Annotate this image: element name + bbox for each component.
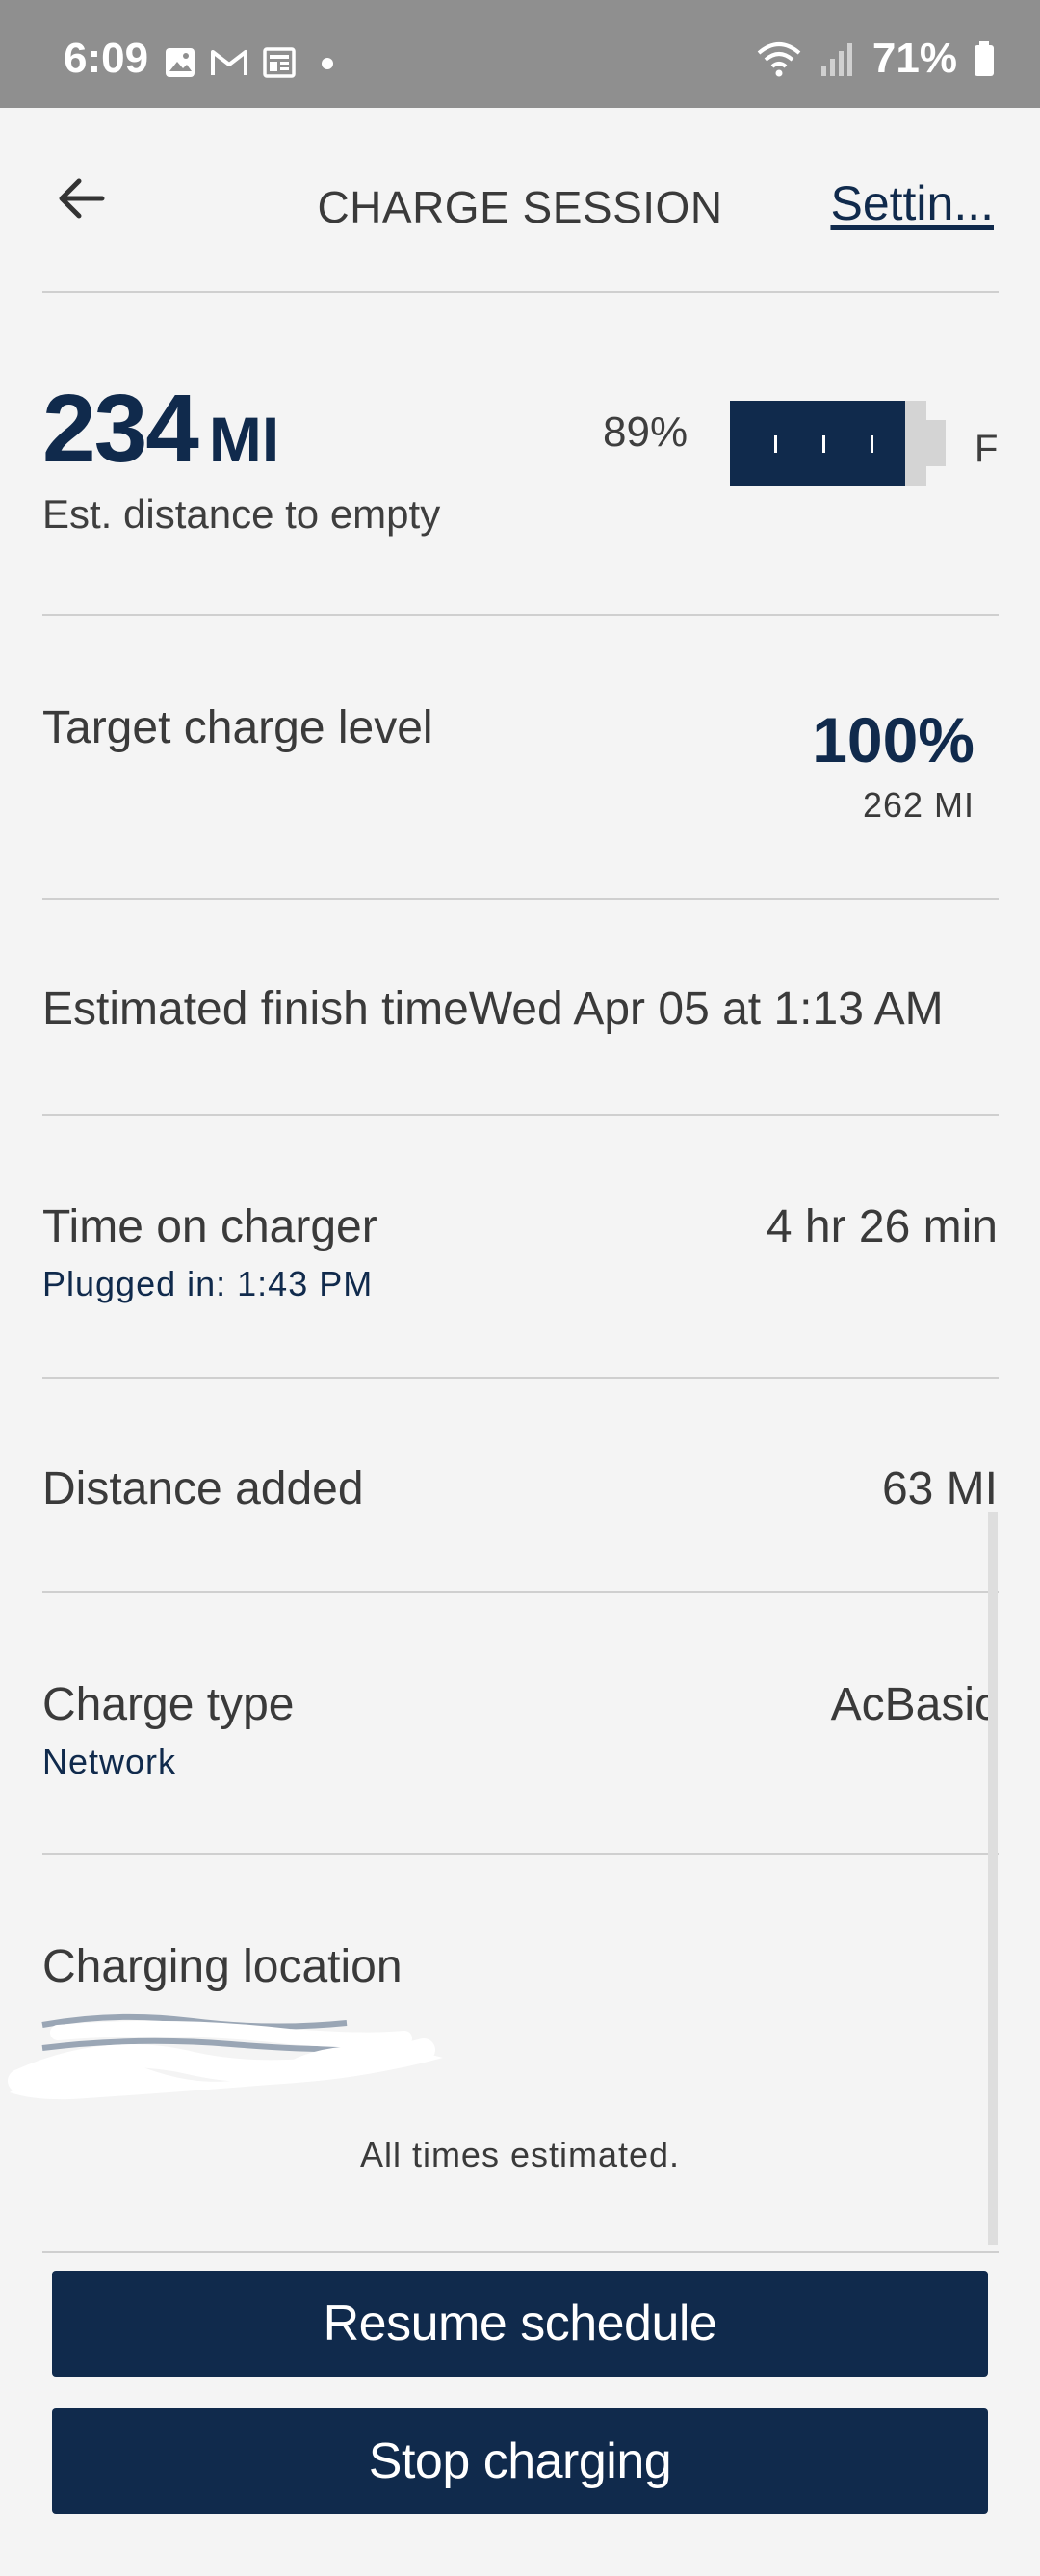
scrollbar[interactable] [988,1512,998,2245]
distance-added-label: Distance added [42,1463,364,1514]
battery-full-label: F [975,428,999,470]
divider [42,1591,999,1593]
charge-type-network: Network [42,1742,177,1781]
status-battery-percent: 71% [871,35,957,82]
plugged-in-time: Plugged in: 1:43 PM [42,1264,374,1303]
battery-gauge-tick [871,435,873,453]
charge-type-label: Charge type [42,1679,295,1730]
charging-location-label: Charging location [42,1941,403,1992]
app-header: CHARGE SESSION Settin... [0,108,1040,291]
time-on-charger-label: Time on charger [42,1201,377,1252]
status-time: 6:09 [64,35,149,82]
stop-charging-button[interactable]: Stop charging [52,2408,988,2514]
target-charge-label: Target charge level [42,702,433,753]
news-icon [263,47,296,78]
gmail-icon [211,50,247,75]
signal-icon [820,43,852,76]
range-number: 234 [42,375,199,483]
estimated-finish-value: Wed Apr 05 at 1:13 AM [468,984,944,1035]
dot-icon [322,58,333,69]
estimated-finish-label: Estimated finish time [42,984,469,1035]
divider [42,898,999,900]
range-unit: MI [208,404,280,475]
divider [42,614,999,616]
settings-link[interactable]: Settin... [830,175,994,231]
target-charge-percent[interactable]: 100% [812,703,975,776]
battery-gauge-tick [822,435,825,453]
battery-gauge [730,401,926,486]
battery-gauge-tick [774,435,777,453]
redacted-address-scribble [8,2013,443,2100]
range-label: Est. distance to empty [42,491,441,537]
battery-gauge-tip [926,420,946,466]
battery-gauge-fill [730,401,905,486]
range-value: 234 MI [42,374,279,485]
wifi-icon [757,42,801,77]
battery-percent: 89% [603,408,689,456]
target-charge-miles: 262 MI [862,785,975,825]
divider [42,1377,999,1379]
divider [42,2251,999,2253]
gallery-icon [166,48,195,77]
time-on-charger-value: 4 hr 26 min [766,1201,998,1252]
charge-type-value: AcBasic [830,1679,998,1730]
resume-schedule-button[interactable]: Resume schedule [52,2271,988,2377]
distance-added-value: 63 MI [881,1463,998,1514]
status-notification-icons [164,46,339,79]
divider [42,1114,999,1116]
estimated-finish-row: Estimated finish timeWed Apr 05 at 1:13 … [42,983,944,1036]
divider [42,291,999,293]
status-bar: 6:09 71% [0,0,1040,108]
footnote-times-estimated: All times estimated. [359,2135,681,2174]
battery-icon [975,41,994,76]
status-system-icons: 71% [755,35,996,83]
divider [42,1853,999,1855]
